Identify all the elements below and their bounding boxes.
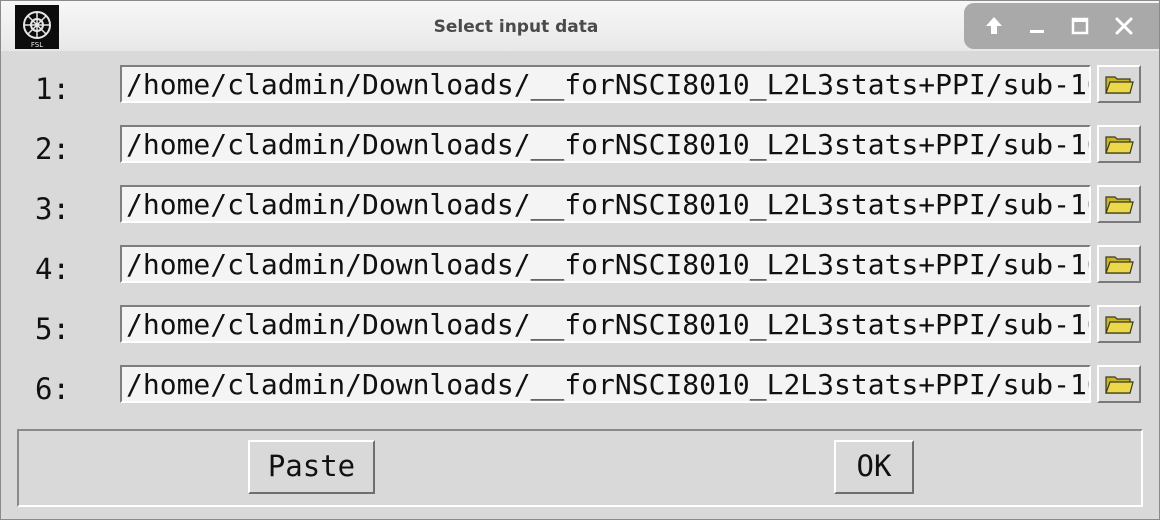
path-input[interactable] — [120, 305, 1091, 343]
path-input[interactable] — [120, 245, 1091, 283]
path-input[interactable] — [120, 65, 1091, 103]
row-label: 4: — [35, 252, 70, 286]
button-panel: Paste OK — [17, 429, 1143, 507]
folder-icon[interactable] — [1097, 245, 1141, 283]
input-row: 4: — [1, 239, 1159, 299]
row-label: 2: — [35, 132, 70, 166]
title-bar[interactable]: FSL Select input data — [1, 1, 1159, 51]
folder-icon[interactable] — [1097, 65, 1141, 103]
minimize-icon[interactable] — [1022, 11, 1052, 41]
folder-icon[interactable] — [1097, 125, 1141, 163]
close-icon[interactable] — [1109, 11, 1139, 41]
row-label: 6: — [35, 372, 70, 406]
input-row: 3: — [1, 179, 1159, 239]
arrow-up-icon[interactable] — [979, 11, 1009, 41]
folder-icon[interactable] — [1097, 185, 1141, 223]
input-row: 2: — [1, 119, 1159, 179]
path-input[interactable] — [120, 185, 1091, 223]
input-row: 6: — [1, 359, 1159, 419]
dialog-window: FSL Select input data 1: /home/cladmin/D… — [0, 0, 1160, 520]
row-label: 3: — [35, 192, 70, 226]
folder-icon[interactable] — [1097, 305, 1141, 343]
input-row: 1: — [1, 59, 1159, 119]
ok-button[interactable]: OK — [834, 440, 914, 494]
path-input[interactable] — [120, 365, 1091, 403]
row-label: 5: — [35, 312, 70, 346]
input-row: 5: — [1, 299, 1159, 359]
paste-button[interactable]: Paste — [248, 440, 375, 494]
maximize-icon[interactable] — [1065, 11, 1095, 41]
row-label: 1: — [35, 72, 70, 106]
window-title: Select input data — [433, 17, 599, 37]
folder-icon[interactable] — [1097, 365, 1141, 403]
window-controls — [964, 3, 1159, 49]
path-input[interactable] — [120, 125, 1091, 163]
